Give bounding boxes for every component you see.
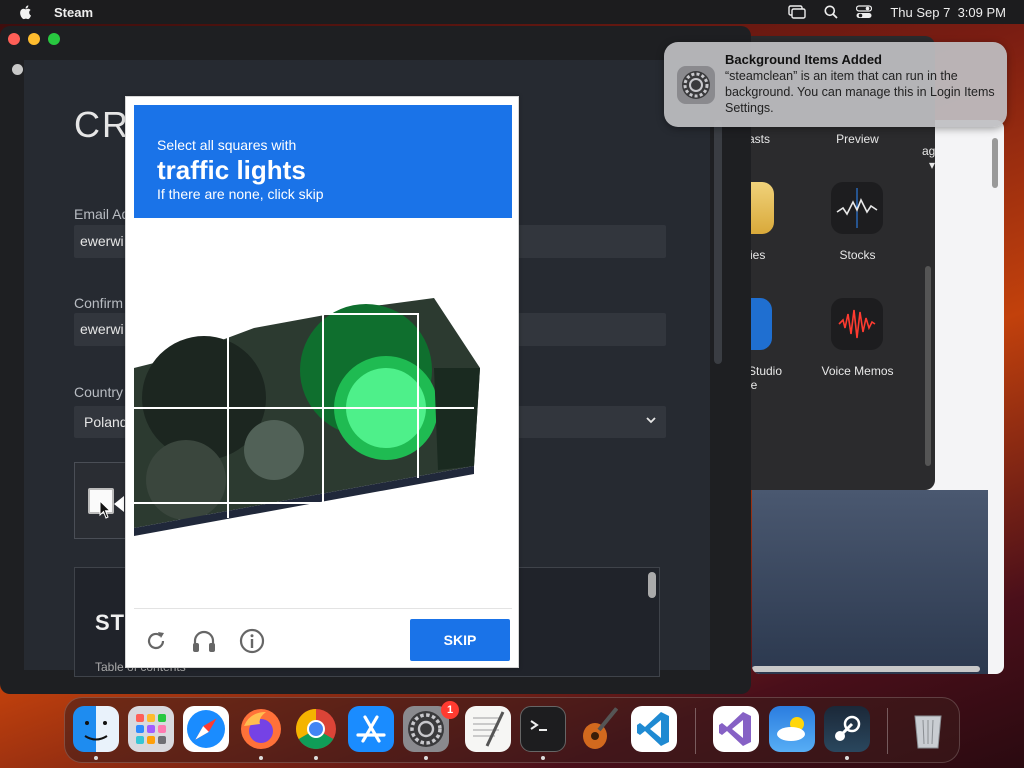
zoom-window-button[interactable] [48,33,60,45]
agreement-scrollbar[interactable] [648,572,656,598]
reload-icon[interactable] [141,626,171,656]
confirm-email-label: Confirm [74,295,124,311]
footer-divider [134,608,512,609]
running-indicator [541,756,545,760]
stocks-app-icon[interactable] [831,182,883,234]
notification-banner[interactable]: Background Items Added “steamclean” is a… [664,42,1007,127]
podcasts-label[interactable]: asts [748,132,770,146]
chrome-icon[interactable] [293,706,339,752]
app-store-icon[interactable] [348,706,394,752]
background-photo [752,490,988,674]
control-center-icon[interactable] [856,5,873,19]
spotlight-search-icon[interactable] [824,5,838,19]
scrollbar[interactable] [992,138,998,188]
steam-status-dot [12,64,23,75]
horizontal-scrollbar[interactable] [752,666,980,672]
challenge-image-grid[interactable] [134,218,512,608]
voice-memos-label[interactable]: Voice Memos [810,364,905,378]
studio-label-line1: Studio [748,364,783,378]
challenge-header: Select all squares with traffic lights I… [134,105,512,218]
dock-separator [695,708,696,754]
minimize-window-button[interactable] [28,33,40,45]
dock: 1 [64,697,960,763]
weather-icon[interactable] [769,706,815,752]
dock-separator [887,708,888,754]
launchpad-icon[interactable] [128,706,174,752]
finder-icon[interactable] [73,706,119,752]
apple-menu-icon[interactable] [18,4,34,20]
apps-scrollbar[interactable] [925,266,931,466]
stocks-chart-icon [836,188,878,228]
country-value: Poland [84,414,128,430]
terminal-icon[interactable] [520,706,566,752]
visual-studio-icon[interactable] [713,706,759,752]
country-label: Country [74,384,124,400]
safari-icon[interactable] [183,706,229,752]
running-indicator [314,756,318,760]
active-app-name[interactable]: Steam [54,5,93,20]
textedit-icon[interactable] [465,706,511,752]
email-label: Email Ad [74,206,130,222]
recaptcha-challenge: Select all squares with traffic lights I… [125,96,519,668]
challenge-hint: If there are none, click skip [157,186,324,202]
notification-badge: 1 [441,701,459,719]
steam-icon[interactable] [824,706,870,752]
firefox-icon[interactable] [238,706,284,752]
menu-date: Thu Sep 7 [890,4,951,20]
garageband-icon[interactable] [575,706,621,752]
screen-mirroring-icon[interactable] [788,5,807,19]
menu-clock[interactable]: Thu Sep 7 3:09 PM [890,5,1006,20]
running-indicator [424,756,428,760]
info-icon[interactable] [237,626,267,656]
running-indicator [845,756,849,760]
system-settings-gear-icon [677,66,715,104]
audio-icon[interactable] [189,626,219,656]
notification-body: “steamclean” is an item that can run in … [725,69,995,115]
usage-dropdown[interactable]: age ▾ [922,144,935,172]
chevron-down-icon [646,417,656,424]
trash-icon[interactable] [905,706,951,752]
usage-label: age [922,144,935,158]
notification-title: Background Items Added [725,52,882,67]
popup-pointer-arrow [114,496,124,512]
challenge-target: traffic lights [157,155,306,185]
voice-memos-app-icon[interactable] [831,298,883,350]
waveform-icon [838,309,876,339]
running-indicator [259,756,263,760]
steam-scrollbar[interactable] [714,120,722,364]
studio-label[interactable]: Studio le [748,364,782,392]
menu-time: 3:09 PM [957,4,1006,20]
challenge-instruction: Select all squares with [157,137,297,153]
close-window-button[interactable] [8,33,20,45]
skip-button[interactable]: SKIP [410,619,510,661]
running-indicator [94,756,98,760]
notes-label[interactable]: ies [750,248,765,262]
menu-bar: Steam Thu Sep 7 3:09 PM [0,0,1024,24]
vscode-icon[interactable] [631,706,677,752]
preview-label[interactable]: Preview [830,132,885,146]
stocks-label[interactable]: Stocks [830,248,885,262]
mouse-cursor-icon [99,500,112,519]
